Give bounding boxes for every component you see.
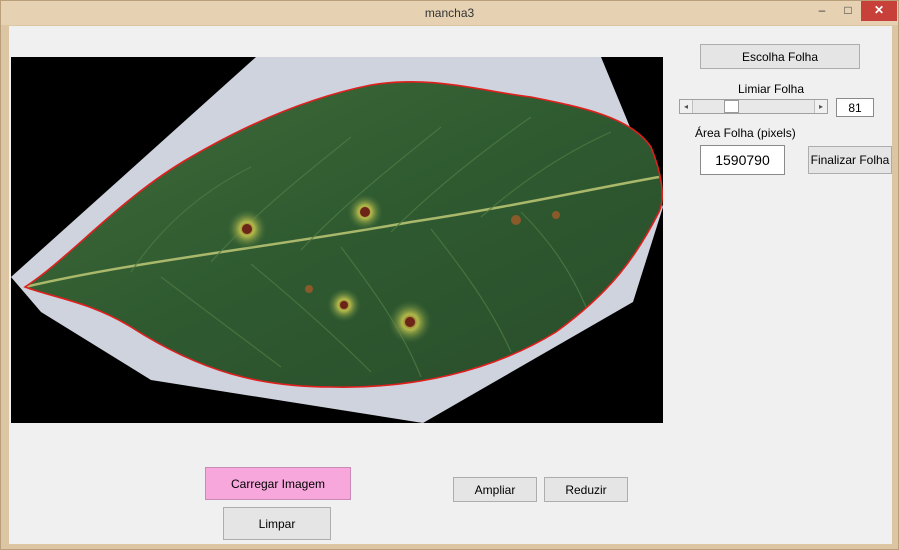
slider-right-arrow-icon[interactable]: ▸ <box>814 100 827 113</box>
zoom-out-button[interactable]: Reduzir <box>544 477 628 502</box>
title-bar[interactable]: mancha3 – □ ✕ <box>1 1 898 25</box>
finish-leaf-button[interactable]: Finalizar Folha <box>808 146 892 174</box>
clear-button[interactable]: Limpar <box>223 507 331 540</box>
threshold-label: Limiar Folha <box>738 82 805 96</box>
app-window: mancha3 – □ ✕ Escolha Folha Limiar Folha… <box>0 0 899 550</box>
slider-thumb[interactable] <box>724 100 739 113</box>
leaf-area-label: Área Folha (pixels) <box>695 126 796 140</box>
load-image-button[interactable]: Carregar Imagem <box>205 467 351 500</box>
client-area: Escolha Folha Limiar Folha ◂ ▸ 81 Área F… <box>9 26 892 544</box>
choose-leaf-button[interactable]: Escolha Folha <box>700 44 860 69</box>
minimize-button[interactable]: – <box>809 1 835 21</box>
threshold-slider[interactable]: ◂ ▸ <box>679 99 828 114</box>
threshold-value-box[interactable]: 81 <box>836 98 874 117</box>
window-title: mancha3 <box>424 6 475 20</box>
leaf-image <box>11 57 663 423</box>
leaf-area-value-box[interactable]: 1590790 <box>700 145 785 175</box>
maximize-button[interactable]: □ <box>835 1 861 21</box>
close-button[interactable]: ✕ <box>861 1 897 21</box>
image-display <box>11 57 663 423</box>
slider-left-arrow-icon[interactable]: ◂ <box>680 100 693 113</box>
zoom-in-button[interactable]: Ampliar <box>453 477 537 502</box>
